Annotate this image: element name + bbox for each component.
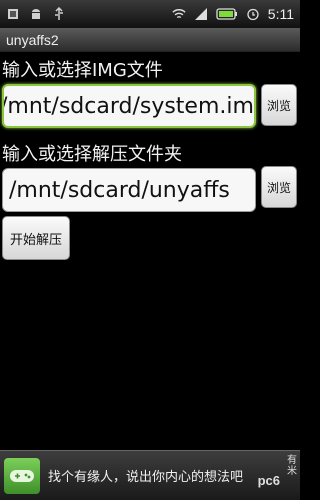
wifi-icon bbox=[172, 9, 186, 19]
status-bar: 5:11 bbox=[0, 0, 300, 28]
output-folder-value: /mnt/sdcard/unyaffs bbox=[9, 177, 230, 203]
alarm-icon bbox=[247, 8, 259, 21]
usb-icon bbox=[8, 9, 18, 19]
app-title: unyaffs2 bbox=[6, 31, 59, 48]
start-extract-button[interactable]: 开始解压 bbox=[2, 216, 70, 260]
img-path-value: /mnt/sdcard/system.img bbox=[2, 93, 256, 119]
ad-provider-tag: 有米 bbox=[287, 455, 297, 477]
usb-debug-icon bbox=[55, 7, 63, 20]
status-time: 5:11 bbox=[267, 6, 294, 22]
ad-text: 找个有缘人，说出你内心的想法吧 bbox=[48, 470, 244, 485]
app-title-bar: unyaffs2 bbox=[0, 28, 300, 52]
android-icon bbox=[32, 9, 40, 19]
watermark-logo: pc6 bbox=[257, 473, 280, 488]
output-folder-input[interactable]: /mnt/sdcard/unyaffs bbox=[2, 168, 256, 212]
signal-icon bbox=[194, 8, 207, 20]
browse-folder-button[interactable]: 浏览 bbox=[261, 166, 297, 208]
ad-banner[interactable]: 找个有缘人，说出你内心的想法吧 pc6 有米 bbox=[0, 450, 300, 500]
browse-img-button[interactable]: 浏览 bbox=[261, 84, 297, 126]
img-file-label: 输入或选择IMG文件 bbox=[2, 60, 163, 81]
img-path-input[interactable]: /mnt/sdcard/system.img bbox=[2, 84, 256, 128]
gamepad-icon bbox=[4, 457, 40, 494]
output-folder-label: 输入或选择解压文件夹 bbox=[2, 144, 182, 165]
battery-icon bbox=[216, 8, 237, 20]
